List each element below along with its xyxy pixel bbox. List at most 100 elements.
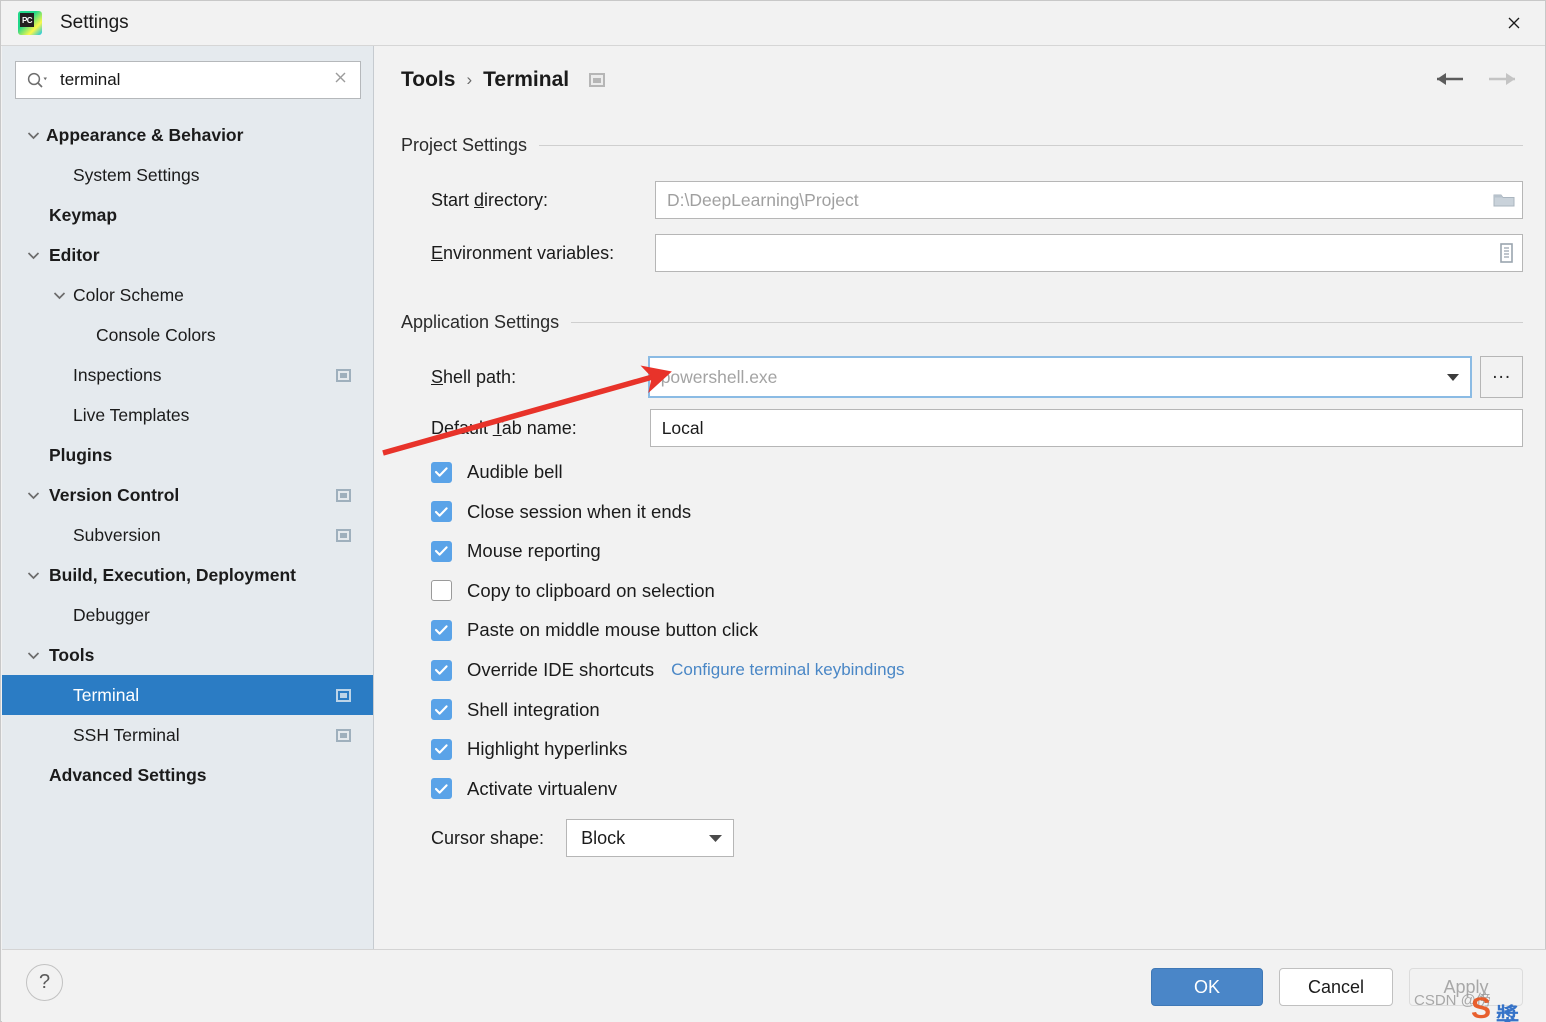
shell-path-combobox[interactable]: powershell.exe [647, 356, 1473, 398]
start-directory-row: Start directory: D:\DeepLearning\Project [431, 181, 1523, 219]
project-scope-icon [336, 488, 351, 502]
shell-path-row: Shell path: powershell.exe ... [431, 356, 1523, 398]
checkbox-audible-bell[interactable]: Audible bell [431, 461, 563, 483]
checkbox-paste-on-middle-mouse-button-click[interactable]: Paste on middle mouse button click [431, 619, 758, 641]
list-document-icon[interactable] [1490, 242, 1516, 264]
sidebar-item-build-execution-deployment[interactable]: Build, Execution, Deployment [2, 555, 373, 595]
sidebar-item-advanced-settings[interactable]: Advanced Settings [2, 755, 373, 795]
title-bar: PC Settings [1, 1, 1545, 46]
checkbox-checked-icon[interactable] [431, 699, 452, 721]
default-tab-name-row: Default Tab name: Local [431, 409, 1523, 447]
project-settings-group: Project Settings [401, 134, 1523, 156]
search-input[interactable]: terminal [15, 61, 361, 99]
sidebar-item-label: Subversion [73, 524, 161, 545]
sidebar-item-appearance-behavior[interactable]: Appearance & Behavior [2, 115, 373, 155]
ok-button[interactable]: OK [1151, 968, 1263, 1006]
start-directory-value: D:\DeepLearning\Project [667, 189, 859, 210]
breadcrumb-item-tools[interactable]: Tools [401, 68, 455, 92]
application-settings-title: Application Settings [401, 311, 560, 332]
sidebar-item-label: SSH Terminal [73, 724, 180, 745]
settings-sidebar: terminal Appearance & Behavior System Set… [2, 46, 374, 949]
checkbox-checked-icon[interactable] [431, 619, 452, 641]
cursor-shape-value: Block [581, 827, 626, 848]
cursor-shape-row: Cursor shape: Block [431, 819, 735, 857]
sidebar-item-label: Live Templates [73, 404, 190, 425]
checkbox-checked-icon[interactable] [431, 501, 452, 523]
chevron-down-icon[interactable] [26, 248, 40, 262]
chevron-down-icon[interactable] [26, 488, 40, 502]
sidebar-item-keymap[interactable]: Keymap [2, 195, 373, 235]
environment-variables-row: Environment variables: [431, 234, 1523, 272]
sidebar-item-version-control[interactable]: Version Control [2, 475, 373, 515]
checkbox-label: Highlight hyperlinks [467, 738, 628, 760]
cancel-button[interactable]: Cancel [1279, 968, 1393, 1006]
checkbox-label: Copy to clipboard on selection [467, 579, 715, 601]
apply-button: Apply [1409, 968, 1523, 1006]
sidebar-item-color-scheme[interactable]: Color Scheme [2, 275, 373, 315]
dialog-footer: ? OK Cancel Apply [2, 949, 1546, 1022]
checkbox-checked-icon[interactable] [431, 738, 452, 760]
sidebar-item-live-templates[interactable]: Live Templates [2, 395, 373, 435]
clear-icon[interactable] [329, 70, 352, 90]
chevron-down-icon[interactable] [26, 128, 40, 142]
cursor-shape-label: Cursor shape: [431, 827, 545, 848]
sidebar-item-label: Version Control [49, 484, 180, 505]
sidebar-item-label: Keymap [49, 204, 118, 225]
shell-path-value: powershell.exe [660, 366, 778, 387]
checkbox-label: Activate virtualenv [467, 777, 618, 799]
help-button[interactable]: ? [26, 964, 63, 1001]
sidebar-item-console-colors[interactable]: Console Colors [2, 315, 373, 355]
checkbox-close-session-when-it-ends[interactable]: Close session when it ends [431, 501, 691, 523]
checkbox-label: Mouse reporting [467, 540, 601, 562]
default-tab-name-input[interactable]: Local [649, 409, 1523, 447]
search-icon [26, 71, 48, 89]
checkbox-checked-icon[interactable] [431, 659, 452, 681]
project-scope-icon [336, 368, 351, 382]
breadcrumb: Tools › Terminal [401, 68, 606, 92]
breadcrumb-separator: › [466, 70, 473, 89]
sidebar-item-label: System Settings [73, 164, 200, 185]
sidebar-item-tools[interactable]: Tools [2, 635, 373, 675]
chevron-down-icon[interactable] [26, 568, 40, 582]
checkbox-checked-icon[interactable] [431, 778, 452, 800]
sidebar-item-debugger[interactable]: Debugger [2, 595, 373, 635]
sidebar-item-system-settings[interactable]: System Settings [2, 155, 373, 195]
sidebar-item-subversion[interactable]: Subversion [2, 515, 373, 555]
checkbox-mouse-reporting[interactable]: Mouse reporting [431, 540, 601, 562]
sidebar-item-label: Build, Execution, Deployment [49, 564, 296, 585]
sidebar-item-inspections[interactable]: Inspections [2, 355, 373, 395]
checkbox-label: Paste on middle mouse button click [467, 619, 759, 641]
checkbox-copy-to-clipboard-on-selection[interactable]: Copy to clipboard on selection [431, 580, 715, 602]
close-icon[interactable] [1491, 1, 1537, 45]
start-directory-input[interactable]: D:\DeepLearning\Project [655, 181, 1523, 219]
default-tab-name-value: Local [661, 417, 704, 438]
sidebar-item-label: Plugins [49, 444, 113, 465]
arrow-left-icon[interactable] [1435, 70, 1465, 88]
shell-path-browse-button[interactable]: ... [1480, 356, 1523, 398]
chevron-down-icon[interactable] [1436, 358, 1470, 396]
checkbox-checked-icon[interactable] [431, 540, 452, 562]
sidebar-item-ssh-terminal[interactable]: SSH Terminal [2, 715, 373, 755]
environment-variables-input[interactable] [655, 234, 1523, 272]
chevron-down-icon[interactable] [26, 648, 40, 662]
chevron-down-icon[interactable] [52, 288, 66, 302]
checkbox-highlight-hyperlinks[interactable]: Highlight hyperlinks [431, 738, 627, 760]
sidebar-item-plugins[interactable]: Plugins [2, 435, 373, 475]
checkbox-activate-virtualenv[interactable]: Activate virtualenv [431, 778, 617, 800]
checkbox-shell-integration[interactable]: Shell integration [431, 699, 600, 721]
checkbox-unchecked-icon[interactable] [431, 580, 452, 602]
settings-tree: Appearance & Behavior System Settings Keym… [2, 115, 373, 795]
pycharm-logo-icon: PC [18, 11, 42, 35]
checkbox-checked-icon[interactable] [431, 461, 452, 483]
environment-variables-label: Environment variables: [431, 242, 615, 263]
sidebar-item-label: Terminal [73, 684, 140, 705]
sidebar-item-label: Debugger [73, 604, 150, 625]
configure-terminal-keybindings-link[interactable]: Configure terminal keybindings [671, 660, 904, 680]
sidebar-item-editor[interactable]: Editor [2, 235, 373, 275]
cursor-shape-select[interactable]: Block [566, 819, 735, 857]
sidebar-item-label: Advanced Settings [49, 764, 207, 785]
checkbox-label: Shell integration [467, 698, 600, 720]
folder-icon[interactable] [1486, 190, 1516, 210]
checkbox-override-ide-shortcuts[interactable]: Override IDE shortcuts Configure terminal… [431, 659, 905, 681]
sidebar-item-terminal[interactable]: Terminal [2, 675, 373, 715]
